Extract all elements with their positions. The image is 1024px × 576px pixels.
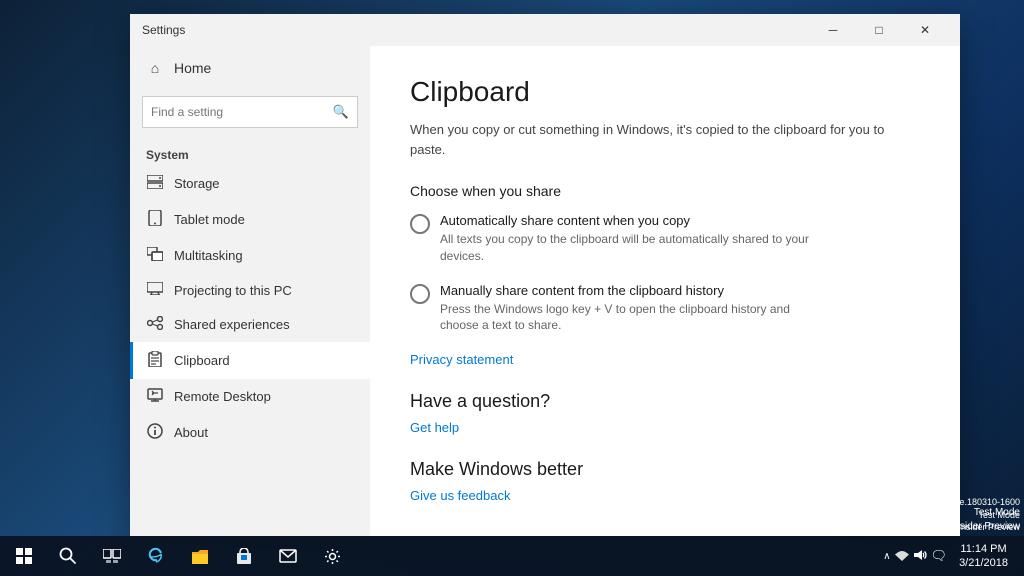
radio-auto-text: Automatically share content when you cop… (440, 213, 920, 265)
clipboard-icon (146, 351, 164, 370)
sidebar-item-storage[interactable]: Storage (130, 166, 370, 201)
privacy-link[interactable]: Privacy statement (410, 352, 920, 367)
sidebar-item-home[interactable]: ⌂ Home (130, 46, 370, 90)
notification-bell-icon[interactable]: 🗨 (931, 548, 948, 564)
settings-taskbar-icon[interactable] (312, 536, 352, 576)
remote-label: Remote Desktop (174, 389, 271, 404)
watermark-test: Test Mode (792, 509, 1021, 522)
title-bar: Settings ─ □ ✕ (130, 14, 960, 46)
page-title: Clipboard (410, 76, 920, 108)
sidebar-item-clipboard[interactable]: Clipboard (130, 342, 370, 379)
window-body: ⌂ Home 🔍 System (130, 46, 960, 536)
taskbar-clock[interactable]: 11:14 PM 3/21/2018 (951, 542, 1016, 571)
eval-copy-text: Evaluation copy. Build 17623.rs_prerelea… (792, 496, 1021, 509)
mail-taskbar-icon[interactable] (268, 536, 308, 576)
eval-watermark: Evaluation copy. Build 17623.rs_prerelea… (792, 496, 1021, 534)
remote-icon (146, 388, 164, 405)
radio-manual-label: Manually share content from the clipboar… (440, 283, 920, 298)
search-box[interactable]: 🔍 (142, 96, 358, 128)
watermark-insider: Insider Preview (792, 521, 1021, 534)
radio-manual-desc: Press the Windows logo key + V to open t… (440, 301, 820, 335)
page-description: When you copy or cut something in Window… (410, 120, 920, 159)
projecting-label: Projecting to this PC (174, 283, 292, 298)
get-help-link[interactable]: Get help (410, 420, 920, 435)
clock-date: 3/21/2018 (959, 556, 1008, 570)
about-label: About (174, 425, 208, 440)
sidebar-item-projecting[interactable]: Projecting to this PC (130, 273, 370, 307)
sidebar-item-remote[interactable]: Remote Desktop (130, 379, 370, 414)
taskbar: ∧ 🗨 11:14 PM 3/21/2018 (0, 536, 1024, 576)
shared-icon (146, 316, 164, 333)
task-view-button[interactable] (92, 536, 132, 576)
settings-window: Settings ─ □ ✕ ⌂ Home 🔍 System (130, 14, 960, 536)
sidebar-item-tablet-mode[interactable]: Tablet mode (130, 201, 370, 238)
tablet-mode-label: Tablet mode (174, 212, 245, 227)
search-taskbar-button[interactable] (48, 536, 88, 576)
sidebar-home-label: Home (174, 60, 211, 76)
radio-auto[interactable] (410, 214, 430, 234)
notification-area: ∧ 🗨 (883, 548, 947, 565)
clipboard-label: Clipboard (174, 353, 230, 368)
close-button[interactable]: ✕ (902, 14, 948, 46)
chevron-icon[interactable]: ∧ (883, 551, 890, 562)
home-icon: ⌂ (146, 60, 164, 76)
radio-manual[interactable] (410, 284, 430, 304)
make-better-heading: Make Windows better (410, 459, 920, 480)
store-taskbar-icon[interactable] (224, 536, 264, 576)
tablet-mode-icon (146, 210, 164, 229)
multitasking-label: Multitasking (174, 248, 243, 263)
desktop: Settings ─ □ ✕ ⌂ Home 🔍 System (0, 0, 1024, 576)
sidebar-item-about[interactable]: About (130, 414, 370, 451)
projecting-icon (146, 282, 164, 298)
storage-icon (146, 175, 164, 192)
minimize-button[interactable]: ─ (810, 14, 856, 46)
network-icon[interactable] (895, 549, 909, 564)
shared-label: Shared experiences (174, 317, 290, 332)
radio-option-manual[interactable]: Manually share content from the clipboar… (410, 283, 920, 335)
radio-option-auto[interactable]: Automatically share content when you cop… (410, 213, 920, 265)
search-input[interactable] (151, 105, 333, 119)
share-section-label: Choose when you share (410, 183, 920, 199)
window-controls: ─ □ ✕ (810, 14, 948, 46)
start-button[interactable] (4, 536, 44, 576)
question-heading: Have a question? (410, 391, 920, 412)
main-content: Clipboard When you copy or cut something… (370, 46, 960, 536)
window-title: Settings (142, 23, 185, 37)
about-icon (146, 423, 164, 442)
radio-auto-desc: All texts you copy to the clipboard will… (440, 231, 820, 265)
storage-label: Storage (174, 176, 220, 191)
maximize-button[interactable]: □ (856, 14, 902, 46)
search-icon: 🔍 (333, 104, 349, 120)
sidebar-item-shared[interactable]: Shared experiences (130, 307, 370, 342)
radio-auto-label: Automatically share content when you cop… (440, 213, 920, 228)
sidebar-section-label: System (130, 142, 370, 166)
multitasking-icon (146, 247, 164, 264)
edge-icon[interactable] (136, 536, 176, 576)
folder-taskbar-icon[interactable] (180, 536, 220, 576)
sidebar-item-multitasking[interactable]: Multitasking (130, 238, 370, 273)
taskbar-left (0, 536, 356, 576)
volume-icon[interactable] (913, 548, 927, 565)
sidebar: ⌂ Home 🔍 System (130, 46, 370, 536)
radio-manual-text: Manually share content from the clipboar… (440, 283, 920, 335)
clock-time: 11:14 PM (959, 542, 1008, 556)
taskbar-right: ∧ 🗨 11:14 PM 3/21/2018 (883, 542, 1024, 571)
